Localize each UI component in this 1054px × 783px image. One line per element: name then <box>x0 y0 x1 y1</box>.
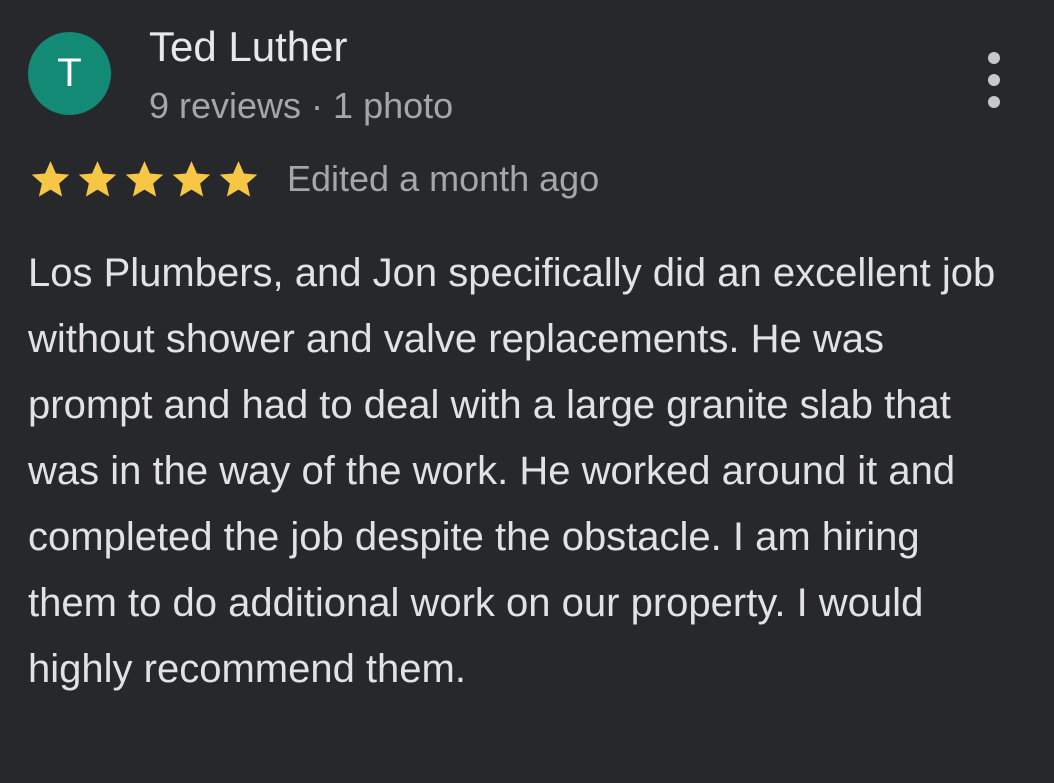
author-name[interactable]: Ted Luther <box>149 22 347 72</box>
avatar-initial: T <box>57 51 82 95</box>
star-icon <box>125 160 164 197</box>
author-meta: 9 reviews · 1 photo <box>149 85 454 126</box>
review-text: Los Plumbers, and Jon specifically did a… <box>28 251 996 691</box>
avatar[interactable]: T <box>28 32 111 115</box>
rating-row: Edited a month ago <box>28 154 599 204</box>
more-options-button[interactable] <box>976 52 1012 108</box>
more-vert-icon <box>988 52 1000 64</box>
star-rating <box>28 157 261 202</box>
star-icon <box>78 160 117 197</box>
review-card: T Ted Luther 9 reviews · 1 photo Edited … <box>0 0 1054 783</box>
more-vert-icon-dot <box>988 96 1000 108</box>
more-vert-icon-dot <box>988 74 1000 86</box>
star-icon <box>219 160 258 197</box>
star-icon <box>31 160 70 197</box>
edited-timestamp: Edited a month ago <box>287 158 600 199</box>
star-icon <box>172 160 211 197</box>
